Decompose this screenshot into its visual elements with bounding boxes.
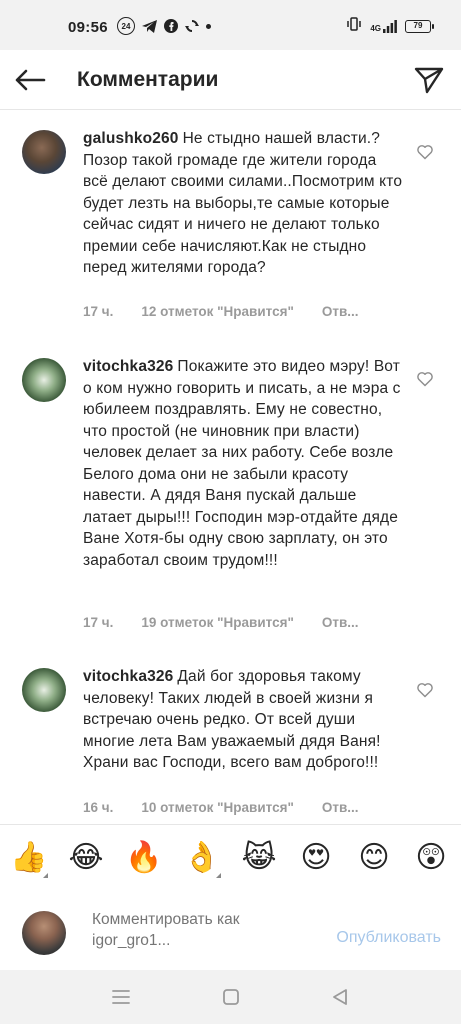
publish-button[interactable]: Опубликовать xyxy=(336,929,441,947)
battery-icon: 79 xyxy=(405,20,434,33)
badge-24-icon: 24 xyxy=(117,17,135,35)
comment-composer: Опубликовать xyxy=(0,892,461,970)
avatar xyxy=(22,911,66,955)
reply-button[interactable]: Отв... xyxy=(322,615,359,630)
menu-icon xyxy=(112,990,130,1004)
dot-icon xyxy=(206,17,211,35)
emoji-fire[interactable]: 🔥 xyxy=(125,839,163,877)
status-time: 09:56 xyxy=(68,19,108,36)
comment-likes[interactable]: 10 отметок "Нравится" xyxy=(141,800,294,815)
vibrate-icon xyxy=(346,17,362,36)
reply-button[interactable]: Отв... xyxy=(322,800,359,815)
home-square-icon xyxy=(223,989,239,1005)
comment-text: vitochka326 Дай бог здоровья такому челов… xyxy=(83,666,403,774)
emoji-smiling[interactable]: 😊 xyxy=(355,839,393,877)
page-title: Комментарии xyxy=(77,68,219,91)
comment-username[interactable]: galushko260 xyxy=(83,130,179,147)
comment-body: Покажите это видео мэру! Вот о ком нужно… xyxy=(83,358,401,569)
avatar[interactable] xyxy=(22,358,66,402)
emoji-astonished[interactable]: 😲 xyxy=(412,839,450,877)
emoji-quick-bar: 👍 😂 🔥 👌 😹 😍 😊 😲 xyxy=(0,824,461,892)
telegram-icon xyxy=(142,17,157,35)
status-notification-icons: 24 xyxy=(117,17,211,35)
comment-username[interactable]: vitochka326 xyxy=(83,358,173,375)
comment-time: 16 ч. xyxy=(83,800,114,815)
heart-icon[interactable] xyxy=(416,144,434,160)
comment-text: vitochka326 Покажите это видео мэру! Вот … xyxy=(83,356,403,571)
avatar[interactable] xyxy=(22,130,66,174)
avatar[interactable] xyxy=(22,668,66,712)
comment-likes[interactable]: 12 отметок "Нравится" xyxy=(141,304,294,319)
comment-body: Не стыдно нашей власти.?Позор такой гром… xyxy=(83,130,403,276)
back-triangle-icon xyxy=(333,989,347,1005)
comment-meta: 17 ч. 19 отметок "Нравится" Отв... xyxy=(83,615,359,630)
sync-icon xyxy=(185,17,199,35)
reply-button[interactable]: Отв... xyxy=(322,304,359,319)
comment-meta: 16 ч. 10 отметок "Нравится" Отв... xyxy=(83,800,359,815)
comment-input[interactable] xyxy=(92,909,312,953)
heart-icon[interactable] xyxy=(416,682,434,698)
status-system-icons: 4G 79 xyxy=(346,17,434,36)
emoji-cat-tears-of-joy[interactable]: 😹 xyxy=(240,839,278,877)
comment-time: 17 ч. xyxy=(83,615,114,630)
emoji-tears-of-joy[interactable]: 😂 xyxy=(67,839,105,877)
facebook-icon xyxy=(164,17,178,35)
send-icon xyxy=(414,67,444,94)
comment-likes[interactable]: 19 отметок "Нравится" xyxy=(141,615,294,630)
back-button[interactable] xyxy=(12,63,48,97)
menu-button[interactable] xyxy=(109,986,133,1008)
comment-item: vitochka326 Покажите это видео мэру! Вот … xyxy=(0,340,461,650)
comment-username[interactable]: vitochka326 xyxy=(83,668,173,685)
system-nav-bar xyxy=(0,970,461,1024)
comment-item: vitochka326 Дай бог здоровья такому челов… xyxy=(0,650,461,824)
comment-text: galushko260 Не стыдно нашей власти.?Позор… xyxy=(83,128,403,279)
comment-item: galushko260 Не стыдно нашей власти.?Позор… xyxy=(0,110,461,340)
signal-icon: 4G xyxy=(370,20,397,33)
emoji-ok-hand[interactable]: 👌 xyxy=(183,839,221,877)
comment-time: 17 ч. xyxy=(83,304,114,319)
arrow-left-icon xyxy=(15,69,46,91)
back-nav-button[interactable] xyxy=(328,986,352,1008)
emoji-heart-eyes[interactable]: 😍 xyxy=(297,839,335,877)
header: Комментарии xyxy=(0,50,461,110)
variant-indicator-icon xyxy=(216,873,221,878)
heart-icon[interactable] xyxy=(416,371,434,387)
home-button[interactable] xyxy=(219,986,243,1008)
comment-meta: 17 ч. 12 отметок "Нравится" Отв... xyxy=(83,304,359,319)
emoji-thumbs-up[interactable]: 👍 xyxy=(10,839,48,877)
share-button[interactable] xyxy=(411,63,447,97)
status-bar: 09:56 24 4G 79 xyxy=(0,0,461,50)
variant-indicator-icon xyxy=(43,873,48,878)
network-label: 4G xyxy=(370,24,381,33)
